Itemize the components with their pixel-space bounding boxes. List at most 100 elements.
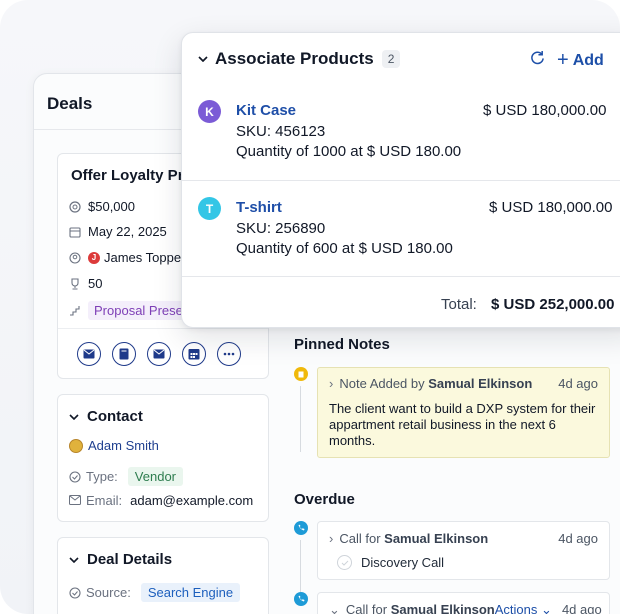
chevron-right-icon[interactable]: › xyxy=(329,531,333,546)
owner-avatar: J xyxy=(88,251,100,264)
deal-details-header[interactable]: Deal Details xyxy=(69,551,172,568)
date-value: May 22, 2025 xyxy=(88,224,167,239)
product-count-badge: 2 xyxy=(381,50,401,68)
note-icon xyxy=(298,371,304,377)
product-item[interactable]: T T-shirt SKU: 256890 Quantity of 600 at… xyxy=(182,190,620,280)
note-timeline-dot xyxy=(294,367,308,381)
call-task: Discovery Call xyxy=(361,555,445,570)
refresh-button[interactable] xyxy=(530,50,545,70)
contact-title: Contact xyxy=(87,408,143,425)
product-avatar: K xyxy=(198,100,221,123)
call-person: Samual Elkinson xyxy=(390,602,495,614)
message-button[interactable] xyxy=(147,342,171,366)
probability-value: 50 xyxy=(88,276,103,291)
calendar-icon xyxy=(69,226,81,238)
contact-card: Contact Adam Smith Type: Vendor Email: a… xyxy=(57,394,269,522)
call-time: 4d ago xyxy=(561,602,602,614)
chevron-right-icon[interactable]: › xyxy=(329,376,333,391)
trophy-icon xyxy=(69,277,81,290)
phone-icon xyxy=(298,595,305,602)
more-button[interactable] xyxy=(217,342,241,366)
total-label: Total: xyxy=(441,296,477,313)
product-item[interactable]: K Kit Case SKU: 456123 Quantity of 1000 … xyxy=(182,93,620,183)
stage-tag: Proposal Presen xyxy=(88,301,197,320)
date-row: May 22, 2025 xyxy=(69,224,167,239)
stage-row: Proposal Presen xyxy=(69,301,197,320)
call-timeline-dot-2 xyxy=(294,592,308,606)
stairs-icon xyxy=(69,305,81,317)
pinned-notes-title: Pinned Notes xyxy=(294,336,390,353)
associate-products-title: Associate Products xyxy=(215,49,374,68)
product-divider xyxy=(182,180,620,181)
source-label: Source: xyxy=(86,585,131,600)
actions-label: Actions xyxy=(494,602,538,614)
call-item-2[interactable]: ⌄ Call for Samual Elkinson Actions ⌄ 4d ag… xyxy=(317,592,610,614)
product-price: $ USD 180,000.00 xyxy=(483,102,607,119)
chevron-down-icon: ⌄ xyxy=(541,602,552,614)
contact-header[interactable]: Contact xyxy=(69,408,143,425)
owner-row: J James Topper xyxy=(69,250,185,265)
call-timeline-dot-1 xyxy=(294,521,308,535)
source-row: Source: Search Engine xyxy=(69,583,241,602)
product-sku: SKU: 456123 xyxy=(236,123,326,140)
envelope-icon xyxy=(83,349,95,359)
more-dots-icon xyxy=(223,352,235,356)
offer-title[interactable]: Offer Loyalty Pro xyxy=(71,167,193,184)
product-name[interactable]: Kit Case xyxy=(236,102,296,119)
checkbox-circle[interactable] xyxy=(337,555,352,570)
product-divider xyxy=(182,276,620,277)
owner-name[interactable]: James Topper xyxy=(104,250,185,265)
associate-products-popover: Associate Products 2 + Add K Kit Case SK… xyxy=(181,32,620,328)
chevron-down-icon xyxy=(69,556,79,563)
contact-name-row: Adam Smith xyxy=(69,438,159,453)
card-divider xyxy=(58,328,268,329)
activity-column: Pinned Notes › Note Added by Samual Elkin… xyxy=(260,330,620,614)
meeting-button[interactable] xyxy=(182,342,206,366)
product-quantity: Quantity of 1000 at $ USD 180.00 xyxy=(236,143,462,160)
add-product-button[interactable]: + Add xyxy=(557,49,604,72)
contact-email-row: Email: adam@example.com xyxy=(69,493,253,508)
refresh-icon xyxy=(531,50,544,65)
call-task-row: Discovery Call xyxy=(337,555,598,570)
pinned-note[interactable]: › Note Added by Samual Elkinson 4d ago Th… xyxy=(317,367,610,458)
call-prefix: Call for xyxy=(345,602,388,614)
timeline-line xyxy=(300,540,301,592)
call-time: 4d ago xyxy=(558,531,598,546)
email-button[interactable] xyxy=(77,342,101,366)
probability-row: 50 xyxy=(69,276,102,291)
source-tag: Search Engine xyxy=(140,583,241,602)
user-circle-icon xyxy=(69,251,81,264)
total-value: $ USD 252,000.00 xyxy=(491,296,615,313)
note-button[interactable] xyxy=(112,342,136,366)
mail-open-icon xyxy=(153,349,165,359)
product-name[interactable]: T-shirt xyxy=(236,199,282,216)
chevron-down-icon[interactable]: ⌄ xyxy=(329,602,340,614)
notebook-icon xyxy=(119,348,129,360)
contact-name[interactable]: Adam Smith xyxy=(88,438,159,453)
email-label: Email: xyxy=(86,493,123,508)
call-header-1: › Call for Samual Elkinson 4d ago xyxy=(329,531,598,546)
product-price: $ USD 180,000.00 xyxy=(489,199,613,216)
actions-dropdown[interactable]: Actions ⌄ xyxy=(495,602,552,614)
check-circle-icon xyxy=(69,586,81,599)
note-time: 4d ago xyxy=(558,376,598,391)
phone-icon xyxy=(298,524,305,531)
associate-products-header[interactable]: Associate Products 2 xyxy=(198,49,401,69)
product-sku: SKU: 256890 xyxy=(236,220,326,237)
chevron-down-icon xyxy=(69,413,79,420)
email-value[interactable]: adam@example.com xyxy=(130,493,253,508)
check-circle-icon xyxy=(69,470,81,483)
dollar-icon xyxy=(69,200,81,213)
call-item-1[interactable]: › Call for Samual Elkinson 4d ago Discove… xyxy=(317,521,610,580)
plus-icon: + xyxy=(557,49,569,71)
product-avatar: T xyxy=(198,197,221,220)
product-quantity: Quantity of 600 at $ USD 180.00 xyxy=(236,240,453,257)
amount-value: $50,000 xyxy=(88,199,135,214)
chevron-down-icon xyxy=(198,56,208,62)
add-label: Add xyxy=(572,51,604,69)
amount-row: $50,000 xyxy=(69,199,135,214)
deal-details-card: Deal Details Source: Search Engine xyxy=(57,537,269,614)
check-icon xyxy=(341,560,348,566)
note-author-line: › Note Added by Samual Elkinson xyxy=(329,376,532,391)
total-row: Total: $ USD 252,000.00 xyxy=(441,296,614,313)
